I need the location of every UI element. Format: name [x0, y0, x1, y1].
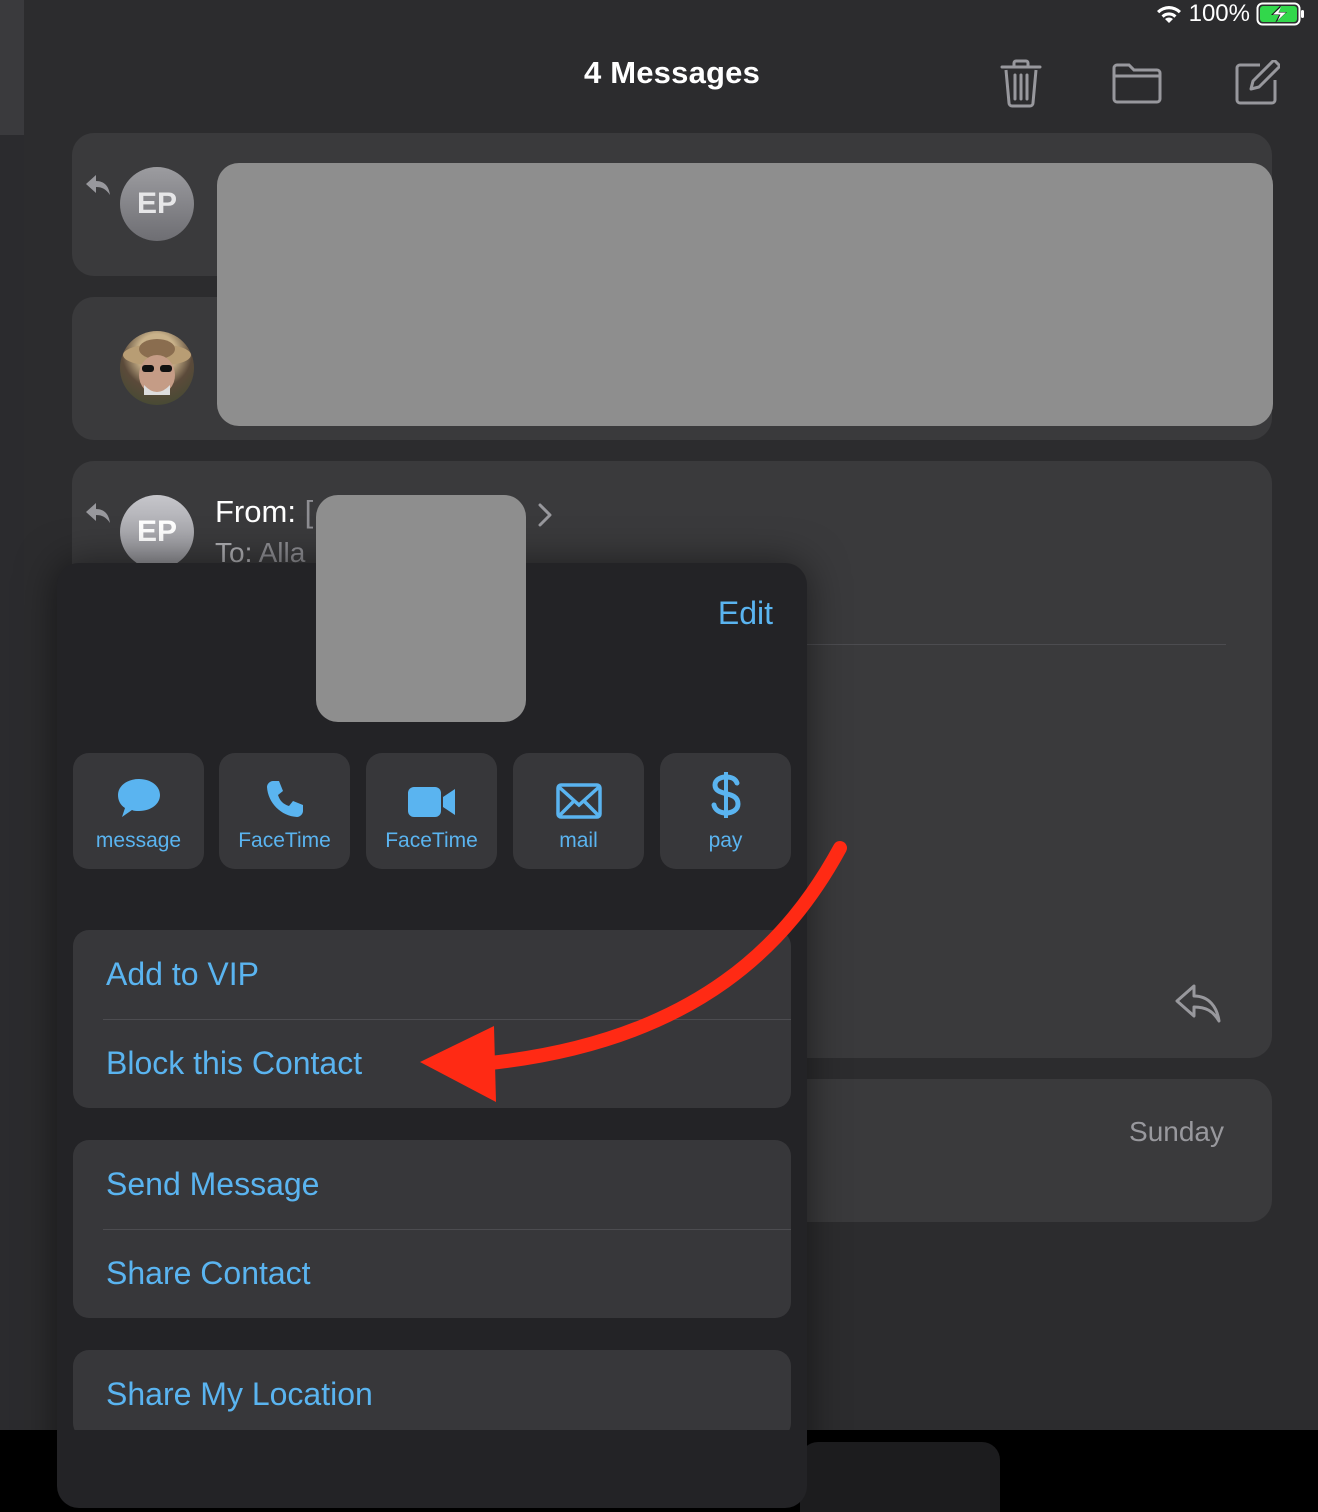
wifi-icon [1156, 6, 1181, 23]
phone-icon [265, 759, 305, 819]
from-label: From: [ [215, 494, 314, 529]
send-message-button[interactable]: Send Message [73, 1140, 791, 1229]
share-location-button[interactable]: Share My Location [73, 1350, 791, 1439]
avatar: EP [120, 495, 194, 569]
edit-button[interactable]: Edit [718, 595, 773, 632]
battery-charging-icon [1256, 2, 1304, 26]
add-to-vip-button[interactable]: Add to VIP [73, 930, 791, 1019]
contact-options-group: Add to VIP Block this Contact [73, 930, 791, 1108]
sidebar-strip [0, 0, 24, 1430]
envelope-icon [555, 759, 602, 819]
popover-bottom [57, 1430, 807, 1508]
action-message-button[interactable]: message [73, 753, 204, 869]
action-label: pay [708, 829, 743, 852]
video-camera-icon [407, 759, 457, 819]
message-date: Sunday [1129, 1116, 1224, 1147]
action-mail-button[interactable]: mail [513, 753, 644, 869]
replied-icon [86, 175, 110, 195]
action-label: FaceTime [238, 829, 331, 852]
avatar-photo [120, 331, 194, 405]
action-label: message [95, 829, 182, 852]
avatar: EP [120, 167, 194, 241]
block-contact-button[interactable]: Block this Contact [73, 1019, 791, 1108]
share-contact-button[interactable]: Share Contact [73, 1229, 791, 1318]
action-video-facetime-button[interactable]: FaceTime [366, 753, 497, 869]
action-label: FaceTime [385, 829, 478, 852]
compose-icon[interactable] [1234, 58, 1282, 111]
reply-icon[interactable] [1174, 983, 1222, 1025]
replied-icon [86, 503, 110, 523]
redacted-contact-photo [316, 495, 526, 722]
bottom-panel [800, 1442, 1000, 1512]
action-audio-facetime-button[interactable]: FaceTime [219, 753, 350, 869]
folder-icon[interactable] [1112, 62, 1162, 109]
trash-icon[interactable] [998, 58, 1044, 113]
redacted-region [217, 163, 1273, 426]
action-label: mail [559, 829, 598, 852]
chevron-right-icon[interactable] [536, 502, 554, 528]
status-bar: 100% [1155, 0, 1306, 28]
battery-percentage: 100% [1188, 0, 1250, 27]
divider [806, 644, 1226, 645]
action-pay-button[interactable]: pay [660, 753, 791, 869]
location-group: Share My Location [73, 1350, 791, 1439]
dollar-icon [711, 759, 741, 819]
contact-share-group: Send Message Share Contact [73, 1140, 791, 1318]
message-bubble-icon [116, 759, 162, 819]
